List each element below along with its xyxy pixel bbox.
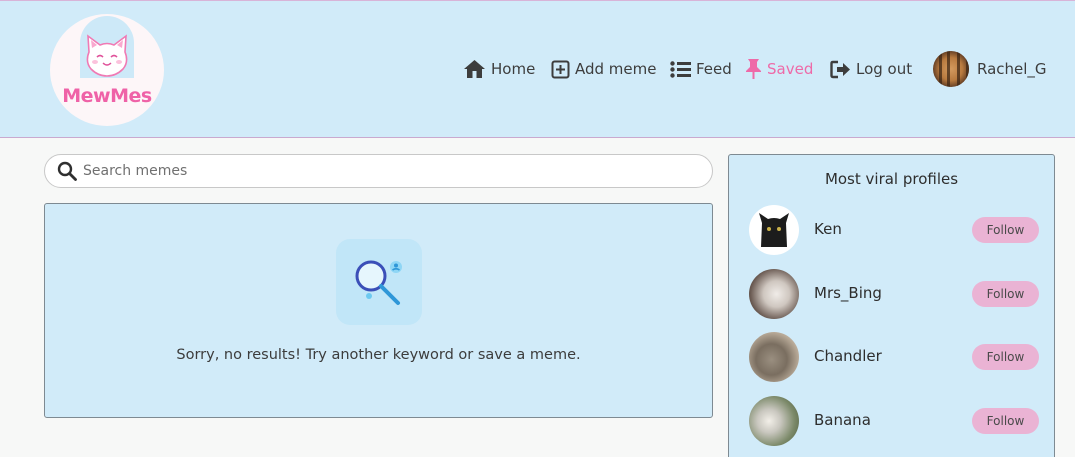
follow-button[interactable]: Follow [972, 344, 1039, 370]
profile-item: Ken Follow [749, 205, 1041, 255]
profile-avatar[interactable] [749, 396, 799, 446]
empty-message: Sorry, no results! Try another keyword o… [176, 347, 581, 363]
profile-name[interactable]: Ken [814, 220, 842, 238]
profile-name[interactable]: Chandler [814, 347, 882, 365]
profile-avatar[interactable] [749, 205, 799, 255]
follow-button[interactable]: Follow [972, 217, 1039, 243]
profile-name[interactable]: Mrs_Bing [814, 284, 882, 302]
header: MewMes Home Add meme Feed Saved Log out … [0, 0, 1075, 138]
username: Rachel_G [977, 60, 1047, 78]
list-icon [670, 60, 691, 78]
nav-feed-label: Feed [696, 60, 732, 78]
nav-logout[interactable]: Log out [830, 51, 912, 87]
empty-state-illustration [336, 239, 422, 325]
follow-button[interactable]: Follow [972, 281, 1039, 307]
user-menu[interactable]: Rachel_G [933, 51, 1047, 87]
nav-home[interactable]: Home [463, 51, 535, 87]
results-panel: Sorry, no results! Try another keyword o… [44, 203, 713, 418]
profile-name[interactable]: Banana [814, 411, 871, 429]
nav-logout-label: Log out [856, 60, 913, 78]
profile-item: Mrs_Bing Follow [749, 269, 1041, 319]
cat-logo-icon [86, 34, 128, 77]
nav-add-meme[interactable]: Add meme [551, 51, 657, 87]
magnifier-icon [355, 260, 402, 305]
search-input[interactable] [83, 163, 663, 179]
viral-profiles-panel: Most viral profiles Ken Follow Mrs_Bing … [728, 154, 1055, 457]
nav-home-label: Home [491, 60, 536, 78]
logo-text: MewMes [62, 85, 152, 107]
pin-icon [746, 59, 761, 79]
profile-item: Banana Follow [749, 396, 1041, 446]
nav-saved[interactable]: Saved [745, 51, 813, 87]
plus-square-icon [551, 60, 570, 78]
logo[interactable]: MewMes [50, 14, 164, 126]
profile-avatar[interactable] [749, 269, 799, 319]
profile-avatar[interactable] [749, 332, 799, 382]
user-avatar [933, 51, 969, 87]
nav-add-meme-label: Add meme [575, 60, 657, 78]
profile-item: Chandler Follow [749, 332, 1041, 382]
search-icon [57, 161, 77, 181]
home-icon [464, 60, 485, 78]
black-cat-avatar [759, 213, 789, 247]
search-bar[interactable] [44, 154, 713, 188]
nav-saved-label: Saved [767, 60, 814, 78]
follow-button[interactable]: Follow [972, 408, 1039, 434]
sidebar-title: Most viral profiles [824, 170, 959, 188]
logout-icon [830, 60, 850, 78]
nav-feed[interactable]: Feed [670, 51, 732, 87]
